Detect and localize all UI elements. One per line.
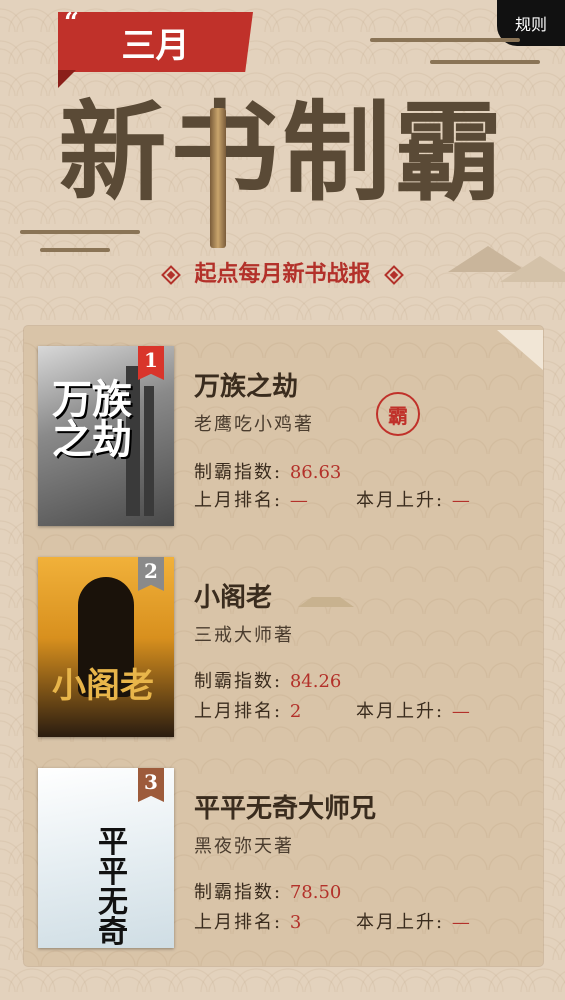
- book-cover[interactable]: 万族之劫 1: [38, 346, 174, 526]
- cloud-decoration: [40, 248, 110, 252]
- month-banner: 三月: [58, 12, 253, 72]
- last-rank-row: 上月排名: 3: [194, 908, 301, 934]
- subtitle-text: 起点每月新书战报: [194, 261, 371, 287]
- rise-value: —: [451, 490, 470, 511]
- last-rank-value: 2: [289, 701, 302, 722]
- rank-badge: 1: [138, 346, 164, 380]
- cover-title: 万族之劫: [52, 377, 132, 463]
- tower-decoration: [144, 386, 154, 516]
- rank-badge: 3: [138, 768, 164, 802]
- book-entry[interactable]: 平平无奇 3 平平无奇大师兄 黑夜弥天著 制霸指数: 78.50 上月排名: 3…: [38, 768, 538, 948]
- rank-badge: 2: [138, 557, 164, 591]
- book-cover[interactable]: 小阁老 2: [38, 557, 174, 737]
- index-label: 制霸指数:: [194, 882, 283, 903]
- last-rank-label: 上月排名:: [194, 912, 283, 933]
- diamond-icon: [383, 265, 404, 285]
- last-rank-label: 上月排名:: [194, 490, 283, 511]
- book-author: 黑夜弥天著: [194, 836, 294, 857]
- index-value: 86.63: [289, 462, 342, 483]
- book-title[interactable]: 平平无奇大师兄: [194, 788, 376, 825]
- book-entry[interactable]: 万族之劫 1 万族之劫 老鹰吃小鸡著 霸 制霸指数: 86.63 上月排名: —…: [38, 346, 538, 526]
- last-rank-value: —: [289, 490, 308, 511]
- book-title[interactable]: 小阁老: [194, 577, 272, 614]
- book-title[interactable]: 万族之劫: [194, 366, 298, 403]
- index-row: 制霸指数: 78.50: [194, 878, 341, 904]
- rise-row: 本月上升: —: [356, 697, 470, 723]
- book-entry[interactable]: 小阁老 2 小阁老 三戒大师著 制霸指数: 84.26 上月排名: 2 本月上升…: [38, 557, 538, 737]
- ink-mark-decoration: [298, 597, 354, 607]
- index-label: 制霸指数:: [194, 671, 283, 692]
- rise-value: —: [451, 701, 470, 722]
- quote-mark-icon: “: [64, 8, 79, 38]
- index-label: 制霸指数:: [194, 462, 283, 483]
- rise-label: 本月上升:: [356, 701, 445, 722]
- banner-tail: [58, 70, 76, 88]
- cover-title: 平平无奇: [98, 825, 128, 948]
- ba-seal-icon: 霸: [376, 392, 420, 436]
- last-rank-value: 3: [289, 912, 302, 933]
- book-author: 三戒大师著: [194, 625, 294, 646]
- book-author: 老鹰吃小鸡著: [194, 414, 314, 435]
- index-row: 制霸指数: 86.63: [194, 458, 341, 484]
- index-value: 78.50: [289, 882, 342, 903]
- index-row: 制霸指数: 84.26: [194, 667, 341, 693]
- cloud-decoration: [20, 230, 140, 234]
- cloud-decoration: [430, 60, 540, 64]
- last-rank-row: 上月排名: —: [194, 486, 308, 512]
- diamond-icon: [161, 265, 182, 285]
- subtitle: 起点每月新书战报: [0, 256, 565, 288]
- last-rank-row: 上月排名: 2: [194, 697, 301, 723]
- page-title: 新书制霸: [58, 90, 507, 216]
- rise-value: —: [451, 912, 470, 933]
- rise-row: 本月上升: —: [356, 486, 470, 512]
- rise-row: 本月上升: —: [356, 908, 470, 934]
- index-value: 84.26: [289, 671, 342, 692]
- cloud-decoration: [370, 38, 520, 42]
- last-rank-label: 上月排名:: [194, 701, 283, 722]
- book-cover[interactable]: 平平无奇 3: [38, 768, 174, 948]
- cover-title: 小阁老: [52, 666, 154, 706]
- brush-icon: [210, 108, 226, 248]
- rise-label: 本月上升:: [356, 912, 445, 933]
- rise-label: 本月上升:: [356, 490, 445, 511]
